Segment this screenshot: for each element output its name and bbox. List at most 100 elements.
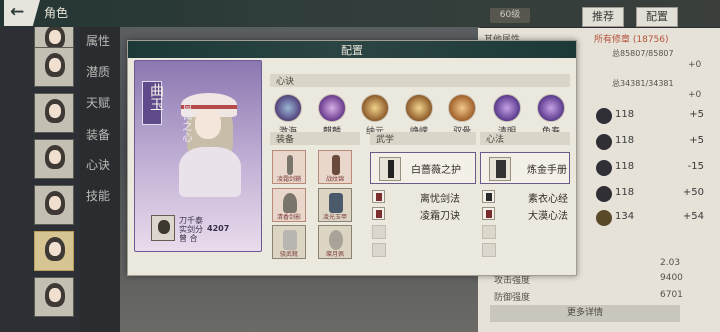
wuxue-main-name: 白蔷薇之护 <box>411 165 461 176</box>
more-details-button[interactable]: 更多详情 <box>490 305 680 322</box>
defense-strength-label: 防御强度 <box>494 293 531 303</box>
skill-icon-nayuan[interactable] <box>361 94 389 122</box>
stat-icon <box>596 160 612 176</box>
skill-icon-yugu[interactable] <box>448 94 476 122</box>
level-badge: 60级 <box>490 8 530 23</box>
stat-icon <box>596 134 612 150</box>
stat-row-plus: +50 <box>682 187 704 198</box>
equip-label: 凌光玉甲 <box>322 214 347 221</box>
character-card[interactable]: 曲玉 蔷薇之心 刀千泰 实剑分 4207 曾 合 <box>134 60 262 252</box>
wuxue-item[interactable]: 凌霜刀诀 <box>372 207 472 222</box>
stat-row-value: 118 <box>615 135 635 146</box>
wuxue-main-icon <box>379 157 401 181</box>
equip-label: 清香剑影 <box>276 214 301 221</box>
stat-icon <box>596 108 612 124</box>
stat-row-value: 118 <box>615 161 635 172</box>
wuxue-main-slot[interactable]: 白蔷薇之护 <box>370 152 476 184</box>
empty-slot[interactable] <box>372 243 386 257</box>
xinfa-main-slot[interactable]: 炼金手册 <box>480 152 570 184</box>
attack-strength-value: 9400 <box>660 273 683 283</box>
character-portrait[interactable] <box>34 93 74 133</box>
xinfa-item-name: 素衣心经 <box>528 194 568 205</box>
menu-item-attributes[interactable]: 属性 <box>86 32 110 49</box>
menu-item-talent[interactable]: 天赋 <box>86 94 110 111</box>
stat-row-plus: +5 <box>689 135 704 146</box>
defense-strength-row: 防御强度 6701 <box>494 290 684 303</box>
equip-slot-armor[interactable]: 凌光玉甲 <box>318 188 352 222</box>
menu-item-xinjue[interactable]: 心诀 <box>86 156 110 173</box>
character-portrait[interactable] <box>34 139 74 179</box>
page-title: 角色 <box>44 6 69 20</box>
menu-item-skills[interactable]: 技能 <box>86 187 110 204</box>
equip-label: 战纹锦 <box>325 176 344 183</box>
skill-icon-jihai[interactable] <box>274 94 302 122</box>
stat-row-value: 118 <box>615 109 635 120</box>
xinjue-header: 心诀 <box>276 77 295 87</box>
equip-label: 凌霜剑鞘 <box>276 176 301 183</box>
character-portrait[interactable] <box>34 47 74 87</box>
stat-row-plus: +5 <box>689 109 704 120</box>
xinfa-item-icon <box>482 190 495 203</box>
xinfa-main-name: 炼金手册 <box>527 165 567 176</box>
stat-plus: +0 <box>688 90 702 100</box>
xinfa-header: 心法 <box>486 135 505 145</box>
config-button[interactable]: 配置 <box>636 7 678 27</box>
character-list <box>0 19 80 332</box>
character-subtitle: 蔷薇之心 <box>180 99 191 143</box>
stat-value: 总34381/34381 <box>612 79 674 88</box>
stat-row-plus: +54 <box>682 211 704 222</box>
wuxue-header: 武学 <box>376 135 395 145</box>
stat-plus: +0 <box>688 60 702 70</box>
equip-header: 装备 <box>276 135 295 145</box>
recommend-button[interactable]: 推荐 <box>582 7 624 27</box>
xinfa-item[interactable]: 素衣心经 <box>482 190 570 205</box>
stat-value: 总85807/85807 <box>612 49 674 58</box>
wuxue-item-name: 离忧剑法 <box>420 194 460 205</box>
equip-slot-boots[interactable]: 骁武靴 <box>272 225 306 259</box>
equip-label: 骁武靴 <box>279 251 298 258</box>
wuxue-item-icon <box>372 190 385 203</box>
character-portrait[interactable] <box>34 277 74 317</box>
owner-score: 4207 <box>207 224 230 233</box>
character-portrait[interactable] <box>34 185 74 225</box>
skill-icon-qingming[interactable] <box>493 94 521 122</box>
skill-icon-guishou[interactable] <box>537 94 565 122</box>
stat-icon <box>596 186 612 202</box>
config-header: 配置 <box>128 41 576 58</box>
equip-label: 璨月佩 <box>325 251 344 258</box>
equip-slot-accessory[interactable]: 璨月佩 <box>318 225 352 259</box>
wuxue-item-icon <box>372 207 385 220</box>
empty-slot[interactable] <box>482 243 496 257</box>
xinjue-header-bar <box>270 74 570 87</box>
config-title: 配置 <box>341 44 363 57</box>
xinfa-main-icon <box>489 157 511 181</box>
card-owner-info: 刀千泰 实剑分 4207 曾 合 <box>145 215 255 243</box>
skill-icon-qilin[interactable] <box>318 94 346 122</box>
back-arrow-icon: ← <box>10 2 25 22</box>
card-name-box: 曲玉 <box>142 81 164 125</box>
attack-strength-label: 攻击强度 <box>494 276 531 286</box>
equip-slot-hidden-weapon[interactable]: 战纹锦 <box>318 150 352 184</box>
equip-slot-weapon[interactable]: 凌霜剑鞘 <box>272 150 306 184</box>
wuxue-item-name: 凌霜刀诀 <box>420 211 460 222</box>
menu-item-potential[interactable]: 潜质 <box>86 63 110 80</box>
xinfa-item-name: 大漠心法 <box>528 211 568 222</box>
owner-avatar <box>151 215 175 241</box>
empty-slot[interactable] <box>372 225 386 239</box>
stat-row-plus: -15 <box>687 161 704 172</box>
defense-strength-value: 6701 <box>660 290 683 300</box>
stat-row-value: 134 <box>615 211 635 222</box>
stat-icon <box>596 210 612 226</box>
character-portrait-selected[interactable] <box>34 231 74 271</box>
owner-guild: 曾 合 <box>179 234 198 243</box>
equip-slot-helmet[interactable]: 清香剑影 <box>272 188 306 222</box>
character-name: 曲玉 <box>148 83 164 111</box>
skill-icon-zhengrong[interactable] <box>405 94 433 122</box>
empty-slot[interactable] <box>482 225 496 239</box>
stat-row-value: 118 <box>615 187 635 198</box>
menu-item-equipment[interactable]: 装备 <box>86 126 110 143</box>
stat-prefix: 所有修章 (18756) <box>594 35 669 45</box>
side-menu: 属性 潜质 天赋 装备 心诀 技能 <box>80 27 120 332</box>
wuxue-item[interactable]: 离忧剑法 <box>372 190 472 205</box>
xinfa-item[interactable]: 大漠心法 <box>482 207 570 222</box>
